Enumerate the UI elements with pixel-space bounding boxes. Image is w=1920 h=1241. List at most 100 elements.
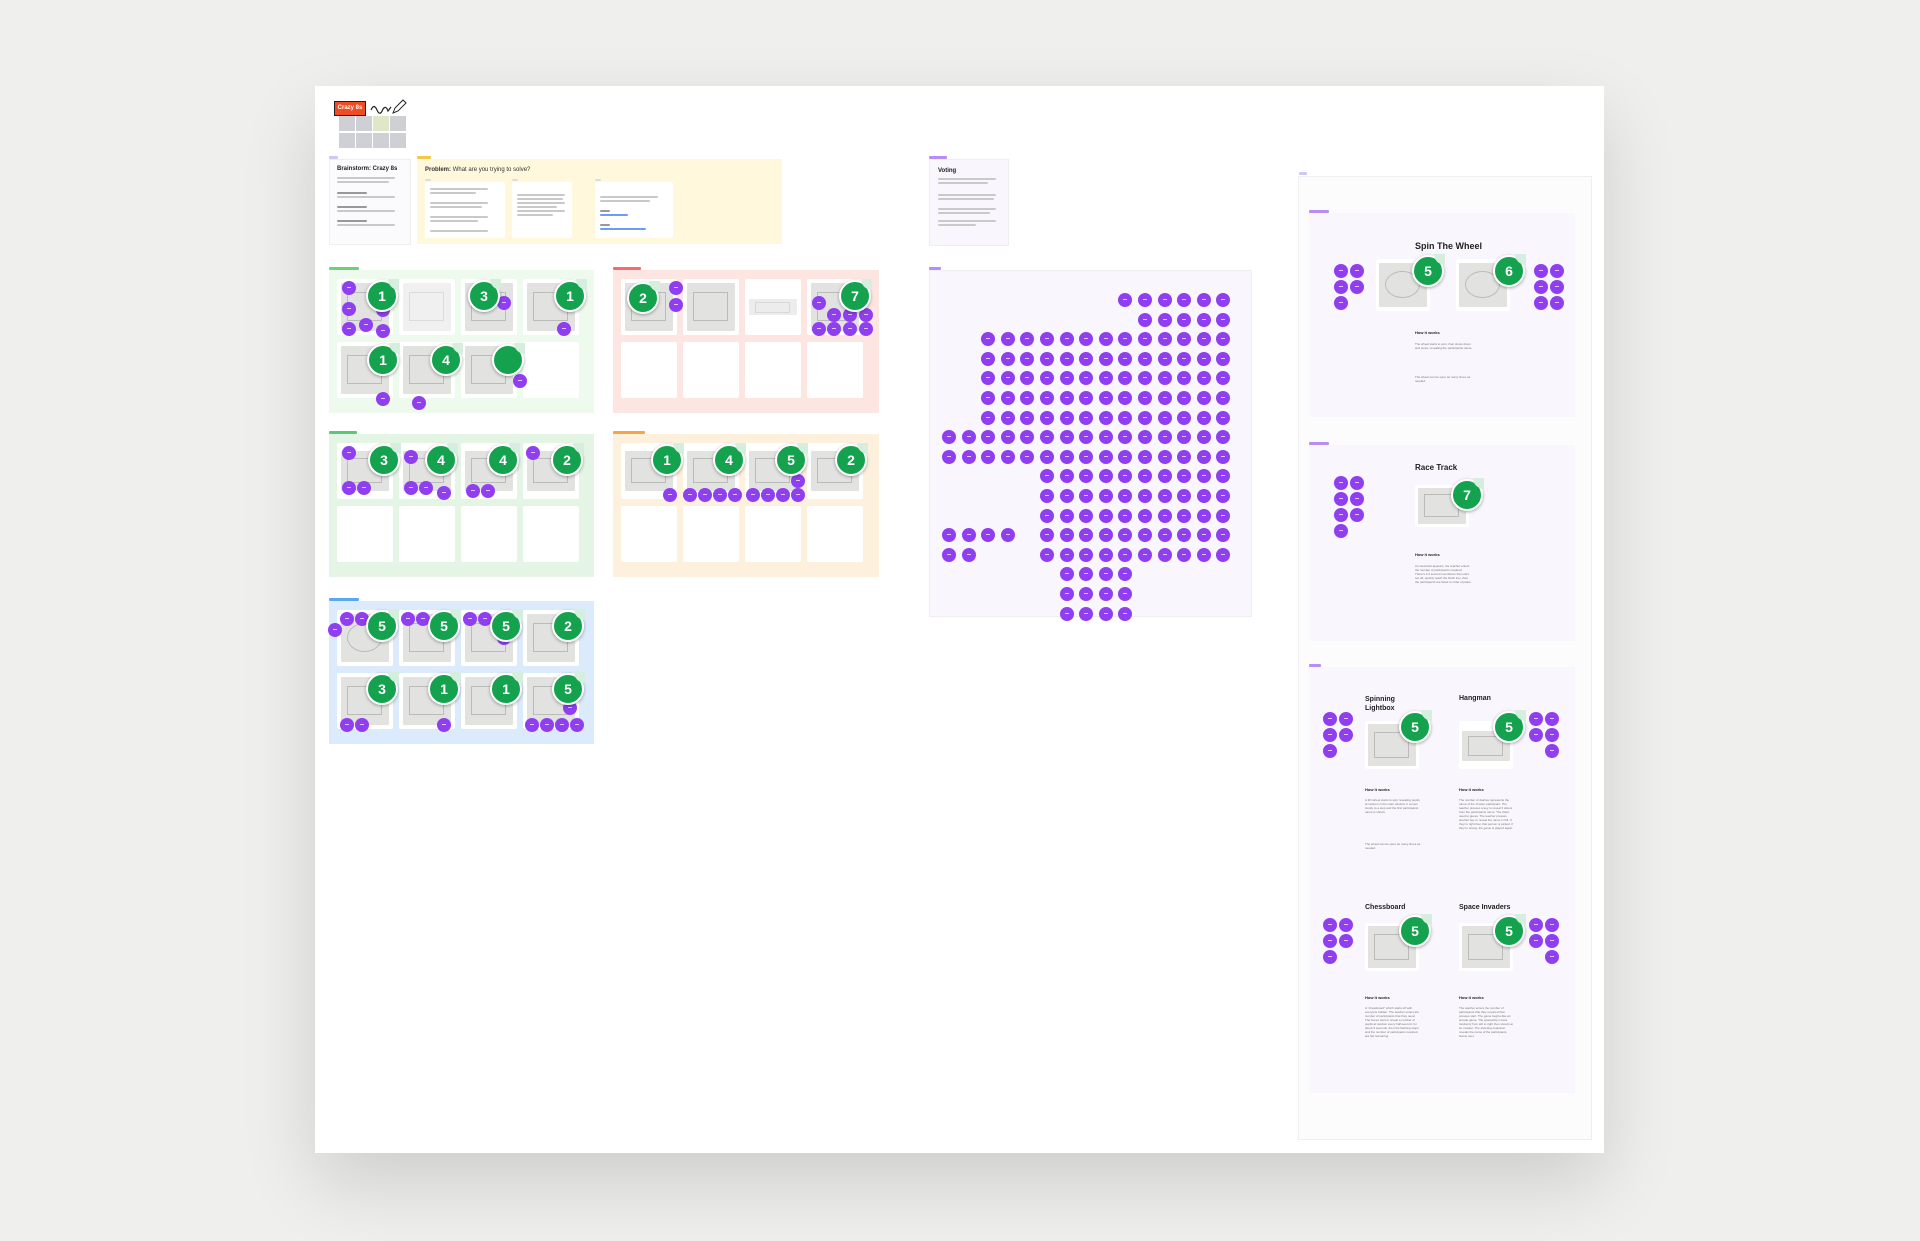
vote-dot[interactable]: [1157, 528, 1172, 543]
sketch-card-empty[interactable]: [621, 506, 677, 562]
vote-dot[interactable]: [1079, 410, 1094, 425]
vote-dot[interactable]: [1350, 280, 1364, 294]
vote-dot[interactable]: [791, 488, 805, 502]
vote-dot[interactable]: [1000, 391, 1015, 405]
vote-dot[interactable]: [1000, 430, 1015, 445]
vote-dot[interactable]: [1323, 728, 1337, 742]
vote-dot[interactable]: [1334, 280, 1348, 294]
vote-dot[interactable]: [1079, 449, 1094, 464]
vote-dot[interactable]: [1196, 508, 1211, 523]
vote-dot[interactable]: [961, 430, 976, 445]
sketch-card[interactable]: [683, 279, 739, 335]
vote-dot[interactable]: [812, 296, 826, 310]
vote-dot[interactable]: [1098, 489, 1113, 503]
sketch-card-empty[interactable]: [523, 506, 579, 562]
vote-dot[interactable]: [555, 718, 569, 732]
vote-dot[interactable]: [1196, 489, 1211, 503]
vote-dot[interactable]: [669, 281, 683, 295]
vote-dot[interactable]: [376, 324, 390, 338]
vote-dot[interactable]: [1339, 728, 1353, 742]
sketch-frame-blue[interactable]: 5 5 5 2 3 1 1 5: [328, 601, 594, 744]
vote-dot[interactable]: [1079, 351, 1094, 366]
vote-dot[interactable]: [961, 547, 976, 562]
vote-dot[interactable]: [1059, 469, 1074, 484]
vote-dot[interactable]: [1000, 410, 1015, 425]
sketch-card[interactable]: [745, 279, 801, 335]
vote-dot[interactable]: [342, 481, 356, 495]
vote-dot[interactable]: [1138, 293, 1152, 307]
vote-dot[interactable]: [342, 302, 356, 316]
vote-dot[interactable]: [827, 308, 841, 322]
miro-board-canvas[interactable]: Crazy 8s Brainstorm: Crazy 8s Problem: W…: [315, 86, 1604, 1153]
sketch-frame-red[interactable]: 2 7: [613, 270, 879, 413]
vote-dot[interactable]: [1216, 312, 1231, 327]
vote-dot[interactable]: [1157, 449, 1172, 464]
vote-dot[interactable]: [340, 718, 354, 732]
intro-frame[interactable]: Brainstorm: Crazy 8s: [329, 159, 411, 245]
vote-dot[interactable]: [1118, 410, 1133, 425]
vote-dot[interactable]: [1098, 351, 1113, 366]
vote-dot[interactable]: [1138, 410, 1152, 425]
vote-dot[interactable]: [355, 718, 369, 732]
vote-dot[interactable]: [401, 612, 415, 626]
vote-dot[interactable]: [1216, 508, 1231, 523]
vote-dot[interactable]: [1059, 567, 1074, 582]
sketch-card-empty[interactable]: [745, 342, 801, 398]
vote-dot[interactable]: [1157, 469, 1172, 484]
sketch-card-empty[interactable]: [399, 506, 455, 562]
vote-dot[interactable]: [1098, 449, 1113, 464]
vote-dot[interactable]: [376, 392, 390, 406]
vote-dot[interactable]: [557, 322, 571, 336]
vote-dot[interactable]: [776, 488, 790, 502]
vote-dot[interactable]: [1216, 410, 1231, 425]
vote-dot[interactable]: [1098, 528, 1113, 543]
vote-dot[interactable]: [1196, 312, 1211, 327]
vote-dot[interactable]: [526, 446, 540, 460]
vote-dot[interactable]: [1098, 587, 1113, 601]
vote-dot[interactable]: [1350, 264, 1364, 278]
vote-dot[interactable]: [1098, 430, 1113, 445]
vote-dot[interactable]: [761, 488, 775, 502]
vote-dot[interactable]: [981, 351, 996, 366]
vote-dot[interactable]: [1545, 744, 1559, 758]
vote-dot[interactable]: [1323, 918, 1337, 932]
vote-dot[interactable]: [1059, 528, 1074, 543]
vote-dot[interactable]: [540, 718, 554, 732]
vote-dot[interactable]: [1157, 312, 1172, 327]
sketch-card[interactable]: [399, 279, 455, 335]
vote-dot[interactable]: [437, 486, 451, 500]
vote-dot[interactable]: [1350, 476, 1364, 490]
vote-dot[interactable]: [1138, 489, 1152, 503]
vote-dot[interactable]: [1059, 508, 1074, 523]
vote-dot[interactable]: [463, 612, 477, 626]
vote-dot[interactable]: [1339, 918, 1353, 932]
vote-dot[interactable]: [1059, 351, 1074, 366]
vote-dot[interactable]: [1157, 293, 1172, 307]
vote-dot[interactable]: [1550, 280, 1564, 294]
result-card-spin-the-wheel[interactable]: Spin The Wheel 5 6 How it works The whee…: [1309, 213, 1575, 417]
vote-dot[interactable]: [1040, 508, 1054, 523]
sketch-card-empty[interactable]: [745, 506, 801, 562]
vote-dot[interactable]: [1545, 950, 1559, 964]
vote-dot[interactable]: [1323, 712, 1337, 726]
vote-dot[interactable]: [1334, 508, 1348, 522]
problem-frame[interactable]: Problem: What are you trying to solve?: [417, 159, 782, 244]
vote-dot[interactable]: [713, 488, 727, 502]
vote-dot[interactable]: [1079, 508, 1094, 523]
vote-dot[interactable]: [746, 488, 760, 502]
vote-dot[interactable]: [859, 322, 873, 336]
vote-dot[interactable]: [1550, 296, 1564, 310]
vote-dot[interactable]: [942, 449, 956, 464]
sketch-card-empty[interactable]: [461, 506, 517, 562]
sketch-card-empty[interactable]: [523, 342, 579, 398]
vote-dot[interactable]: [342, 322, 356, 336]
vote-dot[interactable]: [1157, 371, 1172, 386]
vote-dot[interactable]: [1177, 449, 1192, 464]
vote-dot[interactable]: [698, 488, 712, 502]
vote-dot[interactable]: [1059, 587, 1074, 601]
vote-dot[interactable]: [827, 322, 841, 336]
vote-dot[interactable]: [525, 718, 539, 732]
vote-dot[interactable]: [1000, 332, 1015, 347]
vote-dot[interactable]: [1334, 524, 1348, 538]
vote-dot[interactable]: [1040, 410, 1054, 425]
